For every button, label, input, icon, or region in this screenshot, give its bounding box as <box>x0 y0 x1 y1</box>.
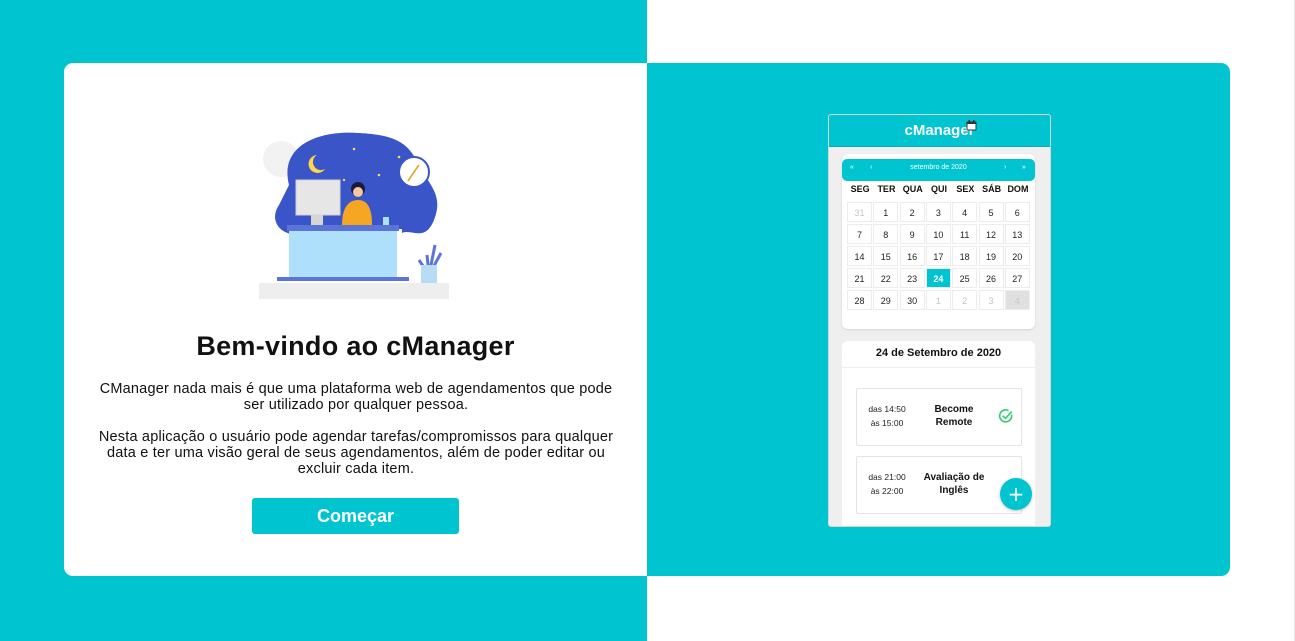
calendar-widget: « ‹ setembro de 2020 › » SEG TER QUA QUI… <box>842 154 1035 329</box>
calendar-day[interactable]: 2 <box>899 202 925 222</box>
calendar-day[interactable]: 26 <box>978 268 1004 288</box>
calendar-day[interactable]: 15 <box>873 246 899 266</box>
weekday-label: TER <box>877 184 896 194</box>
start-button[interactable]: Começar <box>252 498 459 534</box>
check-circle-icon[interactable] <box>998 408 1014 424</box>
event-title: Become Remote <box>917 403 991 429</box>
description-paragraph-2: Nesta aplicação o usuário pode agendar t… <box>98 429 614 477</box>
calendar-day[interactable]: 22 <box>873 268 899 288</box>
welcome-description: CManager nada mais é que uma plataforma … <box>96 381 616 493</box>
calendar-day[interactable]: 13 <box>1004 224 1030 244</box>
event-title-line: Avaliação de <box>923 472 985 483</box>
weekday-header: SEG TER QUA QUI SEX SÁB DOM <box>847 184 1031 198</box>
next-month-button[interactable]: › <box>1004 164 1006 171</box>
calendar-day[interactable]: 17 <box>925 246 951 266</box>
calendar-day[interactable]: 10 <box>925 224 951 244</box>
app-preview-mockup: cManager « ‹ setembro de 2020 › » SEG TE… <box>828 114 1051 527</box>
weekday-label: SEG <box>850 184 870 194</box>
calendar-day[interactable]: 2 <box>952 290 978 310</box>
event-time: das 14:50 às 15:00 <box>863 402 911 430</box>
add-event-button[interactable]: + <box>1000 478 1032 510</box>
calendar-day[interactable]: 1 <box>925 290 951 310</box>
event-title-line: Become <box>934 404 974 415</box>
event-time-end: às 15:00 <box>870 418 904 428</box>
calendar-day-selected[interactable]: 24 <box>925 268 951 288</box>
calendar-day[interactable]: 6 <box>1004 202 1030 222</box>
calendar-day[interactable]: 31 <box>847 202 872 222</box>
calendar-day[interactable]: 4 <box>952 202 978 222</box>
calendar-day[interactable]: 14 <box>847 246 872 266</box>
preview-panel: cManager « ‹ setembro de 2020 › » SEG TE… <box>647 63 1230 576</box>
calendar-day[interactable]: 28 <box>847 290 872 310</box>
calendar-day[interactable]: 27 <box>1004 268 1030 288</box>
event-time-start: das 14:50 <box>868 404 906 414</box>
calendar-day[interactable]: 20 <box>1004 246 1030 266</box>
calendar-day[interactable]: 8 <box>873 224 899 244</box>
event-time: das 21:00 às 22:00 <box>863 470 911 498</box>
event-title: Avaliação de Inglês <box>917 471 991 497</box>
calendar-day[interactable]: 5 <box>978 202 1004 222</box>
schedule-date-title: 24 de Setembro de 2020 <box>875 347 1002 359</box>
weekday-label: QUA <box>902 184 923 194</box>
calendar-day[interactable]: 4 <box>1004 290 1030 310</box>
calendar-day[interactable]: 1 <box>873 202 899 222</box>
app-header: cManager <box>829 115 1050 147</box>
welcome-card: Bem-vindo ao cManager CManager nada mais… <box>64 63 647 576</box>
calendar-day[interactable]: 7 <box>847 224 872 244</box>
next-year-button[interactable]: » <box>1022 164 1026 171</box>
calendar-day[interactable]: 29 <box>873 290 899 310</box>
event-title-line: Inglês <box>939 485 969 496</box>
weekday-label: QUI <box>931 184 948 194</box>
event-item[interactable]: das 14:50 às 15:00 Become Remote <box>856 388 1022 446</box>
calendar-day[interactable]: 12 <box>978 224 1004 244</box>
calendar-day[interactable]: 3 <box>925 202 951 222</box>
calendar-day[interactable]: 25 <box>952 268 978 288</box>
event-time-end: às 22:00 <box>870 486 904 496</box>
calendar-day[interactable]: 16 <box>899 246 925 266</box>
calendar-day[interactable]: 21 <box>847 268 872 288</box>
calendar-day[interactable]: 9 <box>899 224 925 244</box>
calendar-day[interactable]: 30 <box>899 290 925 310</box>
weekday-label: DOM <box>1007 184 1029 194</box>
divider <box>842 367 1035 368</box>
event-item[interactable]: das 21:00 às 22:00 Avaliação de Inglês <box>856 456 1022 514</box>
calendar-day[interactable]: 18 <box>952 246 978 266</box>
calendar-day[interactable]: 23 <box>899 268 925 288</box>
description-paragraph-1: CManager nada mais é que uma plataforma … <box>99 381 613 413</box>
calendar-day[interactable]: 19 <box>978 246 1004 266</box>
calendar-day[interactable]: 3 <box>978 290 1004 310</box>
calendar-day[interactable]: 11 <box>952 224 978 244</box>
workspace-illustration <box>259 132 449 299</box>
weekday-label: SEX <box>956 184 975 194</box>
welcome-title: Bem-vindo ao cManager <box>196 331 515 361</box>
calendar-navigation: « ‹ setembro de 2020 › » <box>842 159 1035 181</box>
event-time-start: das 21:00 <box>868 472 906 482</box>
app-title: cManager <box>904 122 975 139</box>
weekday-label: SÁB <box>982 184 1002 194</box>
calendar-icon <box>966 120 977 131</box>
event-title-line: Remote <box>935 417 973 428</box>
